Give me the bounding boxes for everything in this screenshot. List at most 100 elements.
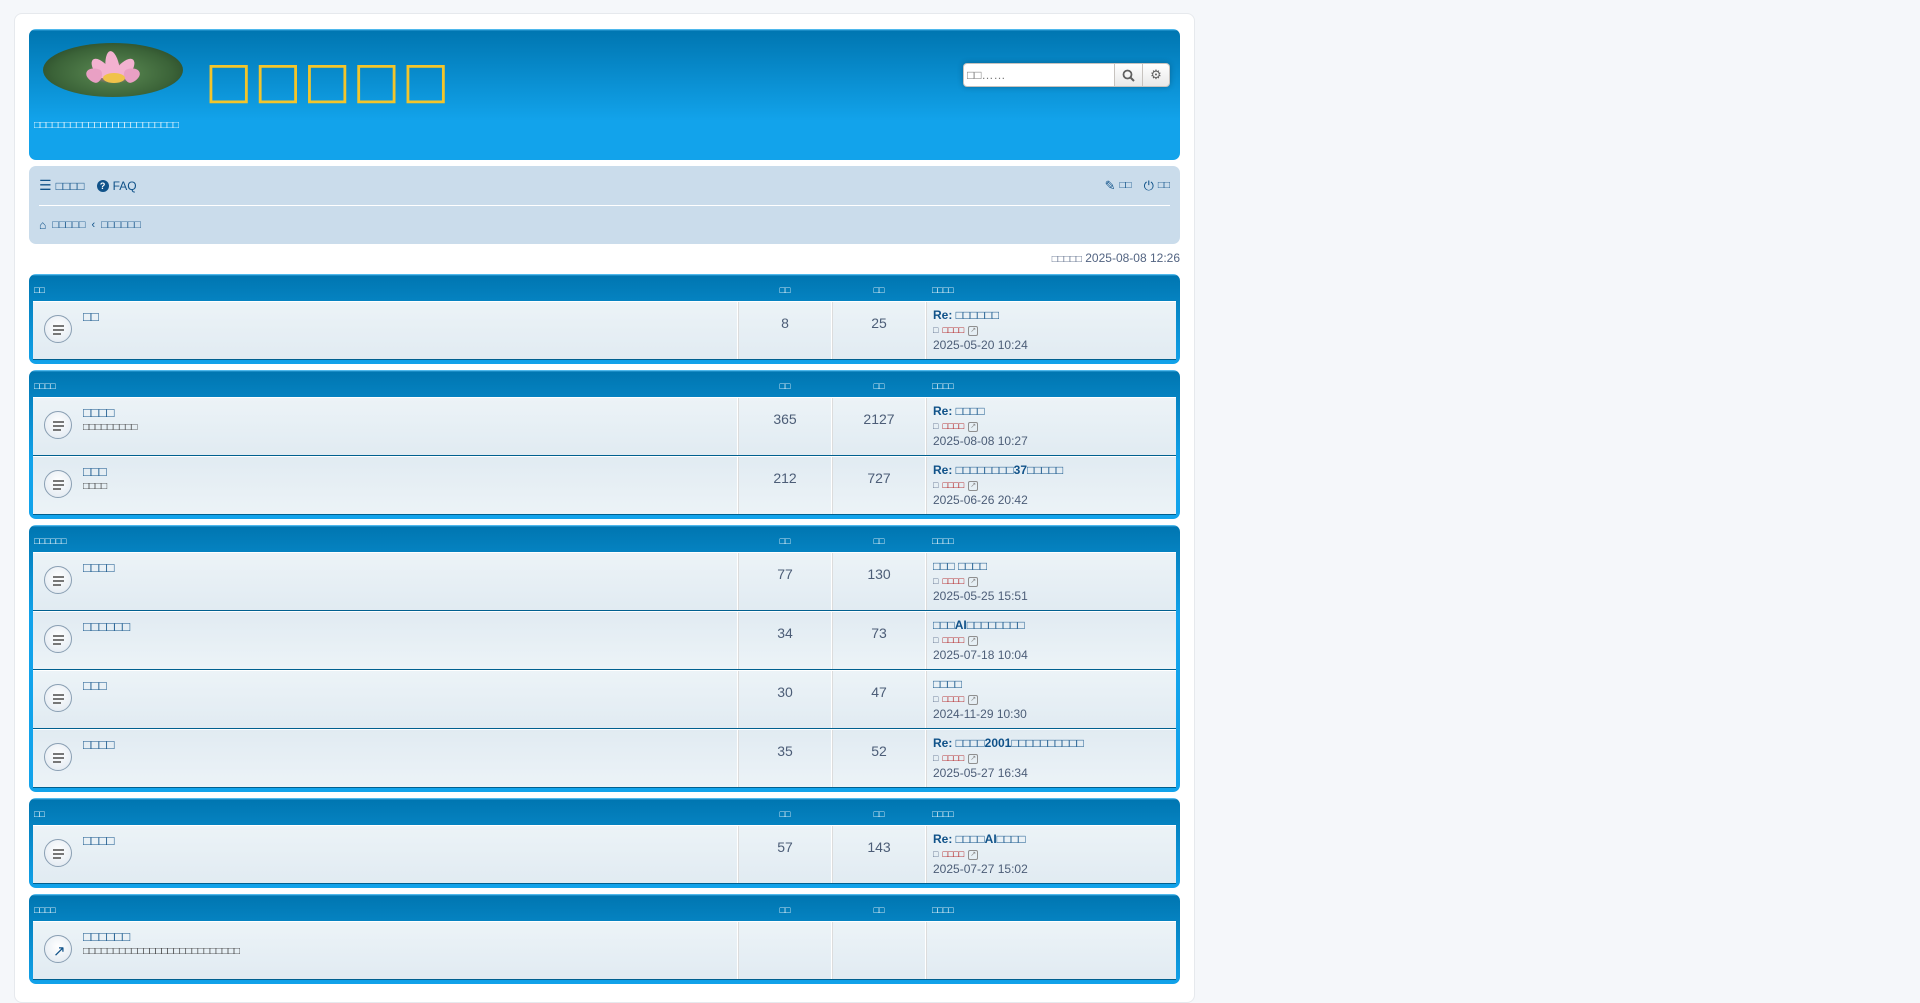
advanced-search-button[interactable]: ⚙ — [1143, 63, 1170, 87]
view-latest-post-icon[interactable]: ↗ — [968, 849, 979, 860]
register-link[interactable]: ✎ □□ — [1105, 178, 1132, 194]
forum-last-post: Re: □□□□□□□□37□□□□□ □ □□□□ ↗ 2025-06-26 … — [926, 457, 1176, 514]
forum-posts-count: 143 — [832, 826, 926, 883]
forum-last-post: Re: □□□□□□ □ □□□□ ↗ 2025-05-20 10:24 — [926, 302, 1176, 359]
power-icon: ⏻ — [1143, 177, 1154, 193]
forum-link-icon: ↗ — [44, 935, 72, 963]
by-label: □ — [933, 849, 939, 859]
forum-read-icon — [44, 315, 72, 343]
crumb-separator-icon: ‹ — [91, 218, 96, 231]
forum-topics-count: 34 — [738, 612, 832, 669]
last-post-user[interactable]: □□□□ — [942, 847, 964, 862]
faq-label: FAQ — [112, 178, 137, 193]
forum-category: □□ □□ □□ □□□□ □□□□ 57 143 Re: □□□□AI□□□□… — [29, 798, 1180, 888]
last-post-user[interactable]: □□□□ — [942, 419, 964, 434]
last-post-author: □ □□□□ ↗ — [933, 478, 1176, 493]
last-post-title[interactable]: Re: □□□□ — [933, 404, 1176, 419]
hamburger-icon: ☰ — [39, 177, 52, 193]
view-latest-post-icon[interactable]: ↗ — [968, 325, 979, 336]
crumb-home[interactable]: □□□□□ — [52, 219, 85, 231]
forum-title[interactable]: □□□ — [83, 678, 737, 693]
last-post-title[interactable]: Re: □□□□□□ — [933, 308, 1176, 323]
last-post-title[interactable]: □□□AI□□□□□□□□ — [933, 618, 1176, 633]
last-post-author: □ □□□□ ↗ — [933, 419, 1176, 434]
last-post-header: □□□□ — [932, 284, 954, 295]
forum-topics-count: 77 — [738, 553, 832, 610]
forum-row: □□ 8 25 Re: □□□□□□ □ □□□□ ↗ 2025-05-20 1… — [33, 301, 1176, 360]
forum-posts-count: 2127 — [832, 398, 926, 455]
view-latest-post-icon[interactable]: ↗ — [968, 694, 979, 705]
category-name[interactable]: □□□□□□ — [33, 536, 738, 546]
forum-last-post: □□□□ □ □□□□ ↗ 2024-11-29 10:30 — [926, 671, 1176, 728]
forum-posts-count: 73 — [832, 612, 926, 669]
login-link[interactable]: ⏻ □□ — [1144, 178, 1170, 194]
forum-category: □□□□ □□ □□ □□□□ ↗ □□□□□□ □□□□□□□□□□□□□□□… — [29, 894, 1180, 984]
category-name[interactable]: □□□□ — [33, 381, 738, 391]
last-post-user[interactable]: □□□□ — [942, 692, 964, 707]
search-input[interactable] — [963, 63, 1114, 87]
forum-title[interactable]: □□□□□□ — [83, 929, 737, 944]
last-post-title[interactable]: □□□□ — [933, 677, 1176, 692]
forum-row: □□□ □□□□ 212 727 Re: □□□□□□□□37□□□□□ □ □… — [33, 456, 1176, 515]
last-post-user[interactable]: □□□□ — [942, 323, 964, 338]
last-post-user[interactable]: □□□□ — [942, 633, 964, 648]
forum-title[interactable]: □□ — [83, 309, 737, 324]
view-latest-post-icon[interactable]: ↗ — [968, 635, 979, 646]
view-latest-post-icon[interactable]: ↗ — [968, 421, 979, 432]
forum-title[interactable]: □□□□ — [83, 560, 737, 575]
last-post-title[interactable]: Re: □□□□2001□□□□□□□□□□ — [933, 736, 1176, 751]
forum-title[interactable]: □□□□ — [83, 405, 737, 420]
search-button[interactable] — [1114, 63, 1143, 87]
forum-posts-count — [832, 922, 926, 979]
forum-title[interactable]: □□□ — [83, 464, 737, 479]
search-icon — [1122, 69, 1135, 82]
crumb-index[interactable]: □□□□□□ — [101, 219, 141, 231]
last-post-time: 2025-06-26 20:42 — [933, 493, 1028, 507]
time-value: 2025-08-08 12:26 — [1085, 251, 1180, 265]
category-header: □□□□ □□ □□ □□□□ — [33, 898, 1176, 921]
category-name[interactable]: □□□□ — [33, 905, 738, 915]
posts-header: □□ — [873, 808, 885, 819]
forum-info: □□□□ — [33, 826, 738, 883]
view-latest-post-icon[interactable]: ↗ — [968, 576, 979, 587]
last-post-title[interactable]: Re: □□□□AI□□□□ — [933, 832, 1176, 847]
forum-read-icon — [44, 684, 72, 712]
forum-read-icon — [44, 566, 72, 594]
forum-title[interactable]: □□□□ — [83, 737, 737, 752]
last-post-title[interactable]: □□□ □□□□ — [933, 559, 1176, 574]
quick-links-menu[interactable]: ☰ □□□□ — [39, 177, 85, 194]
forum-info: □□□□ — [33, 730, 738, 787]
last-post-author: □ □□□□ ↗ — [933, 574, 1176, 589]
category-header: □□ □□ □□ □□□□ — [33, 802, 1176, 825]
forum-info: □□□□ □□□□□□□□□ — [33, 398, 738, 455]
by-label: □ — [933, 480, 939, 490]
forum-description: □□□□ — [83, 481, 108, 492]
forum-title[interactable]: □□□□□□ — [83, 619, 737, 634]
forum-posts-count: 52 — [832, 730, 926, 787]
posts-header: □□ — [873, 284, 885, 295]
forum-description: □□□□□□□□□ — [83, 422, 138, 433]
site-name[interactable]: □□□□□ — [205, 51, 451, 109]
view-latest-post-icon[interactable]: ↗ — [968, 753, 979, 764]
category-name[interactable]: □□ — [33, 285, 738, 295]
view-latest-post-icon[interactable]: ↗ — [968, 480, 979, 491]
by-label: □ — [933, 421, 939, 431]
forum-last-post: Re: □□□□ □ □□□□ ↗ 2025-08-08 10:27 — [926, 398, 1176, 455]
category-name[interactable]: □□ — [33, 809, 738, 819]
forum-posts-count: 25 — [832, 302, 926, 359]
forum-list: □□ □□ □□ □□□□ □□ 8 25 Re: □□□□□□ □ □□□□ … — [29, 274, 1180, 984]
page-wrapper: □□□□□ □□□□□□□□□□□□□□□□□□□□□□□□ ⚙ ☰ □□□□ … — [14, 13, 1195, 1003]
last-post-author: □ □□□□ ↗ — [933, 633, 1176, 648]
site-logo[interactable] — [43, 43, 183, 97]
forum-info: □□□ □□□□ — [33, 457, 738, 514]
forum-title[interactable]: □□□□ — [83, 833, 737, 848]
last-post-user[interactable]: □□□□ — [942, 478, 964, 493]
gear-icon: ⚙ — [1150, 67, 1162, 82]
last-post-user[interactable]: □□□□ — [942, 574, 964, 589]
faq-link[interactable]: ? FAQ — [96, 178, 137, 193]
forum-info: ↗ □□□□□□ □□□□□□□□□□□□□□□□□□□□□□□□□□ — [33, 922, 738, 979]
last-post-title[interactable]: Re: □□□□□□□□37□□□□□ — [933, 463, 1176, 478]
last-post-header: □□□□ — [932, 380, 954, 391]
home-icon: ⌂ — [39, 217, 47, 232]
last-post-user[interactable]: □□□□ — [942, 751, 964, 766]
